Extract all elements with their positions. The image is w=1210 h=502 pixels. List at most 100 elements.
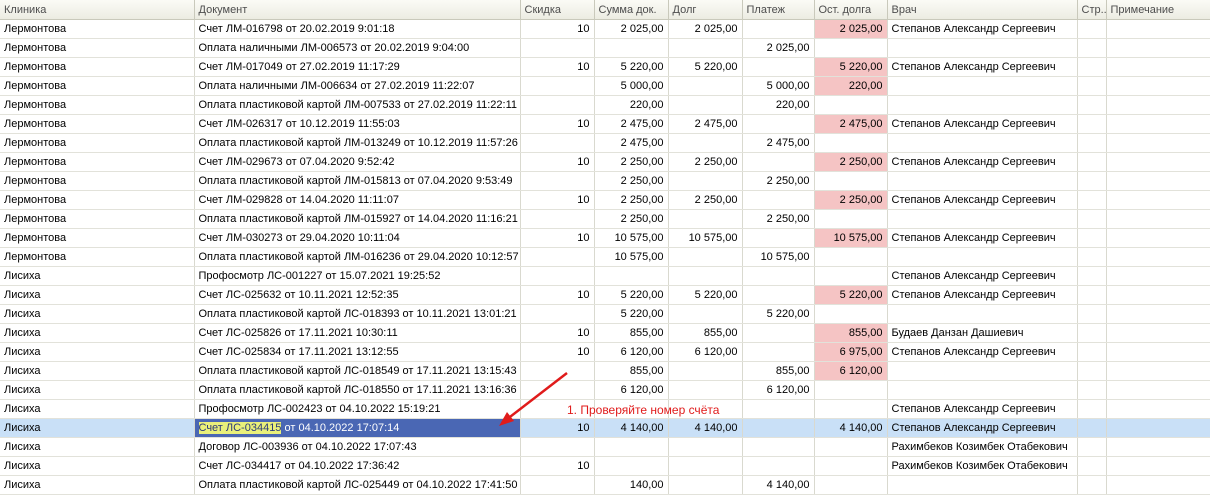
clinic-cell[interactable]: Лисиха xyxy=(0,399,195,419)
payment-cell[interactable]: 2 250,00 xyxy=(742,209,815,229)
document-cell[interactable]: Профосмотр ЛС-001227 от 15.07.2021 19:25… xyxy=(194,266,521,286)
document-cell[interactable]: Оплата пластиковой картой ЛМ-016236 от 2… xyxy=(194,247,521,267)
clinic-cell[interactable]: Лермонтова xyxy=(0,152,195,172)
payment-cell[interactable]: 2 475,00 xyxy=(742,133,815,153)
doctor-cell[interactable] xyxy=(887,380,1078,400)
column-header-payment[interactable]: Платеж xyxy=(742,0,815,20)
doc-sum-cell[interactable] xyxy=(594,456,669,476)
payment-cell[interactable]: 5 220,00 xyxy=(742,304,815,324)
doctor-cell[interactable] xyxy=(887,133,1078,153)
note-cell[interactable] xyxy=(1106,247,1210,267)
discount-cell[interactable]: 10 xyxy=(520,323,595,343)
payment-cell[interactable] xyxy=(742,228,815,248)
document-cell[interactable]: Оплата наличными ЛМ-006634 от 27.02.2019… xyxy=(194,76,521,96)
document-cell[interactable]: Оплата наличными ЛМ-006573 от 20.02.2019… xyxy=(194,38,521,58)
debt-cell[interactable]: 4 140,00 xyxy=(668,418,743,438)
debt-cell[interactable] xyxy=(668,437,743,457)
clinic-cell[interactable]: Лисиха xyxy=(0,437,195,457)
remaining-debt-cell[interactable] xyxy=(814,266,888,286)
str-cell[interactable] xyxy=(1077,456,1107,476)
discount-cell[interactable]: 10 xyxy=(520,114,595,134)
discount-cell[interactable]: 10 xyxy=(520,190,595,210)
document-cell[interactable]: Оплата пластиковой картой ЛМ-013249 от 1… xyxy=(194,133,521,153)
discount-cell[interactable]: 10 xyxy=(520,285,595,305)
table-row[interactable]: Лермонтова Оплата пластиковой картой ЛМ-0… xyxy=(0,209,1210,229)
table-row[interactable]: Лисиха Оплата пластиковой картой ЛС-01855… xyxy=(0,380,1210,400)
str-cell[interactable] xyxy=(1077,285,1107,305)
table-row[interactable]: Лисиха Счет ЛС-025834 от 17.11.2021 13:12… xyxy=(0,342,1210,362)
document-cell[interactable]: Счет ЛС-034415 от 04.10.2022 17:07:14 xyxy=(194,418,521,438)
clinic-cell[interactable]: Лермонтова xyxy=(0,171,195,191)
document-cell[interactable]: Оплата пластиковой картой ЛМ-015927 от 1… xyxy=(194,209,521,229)
payment-cell[interactable] xyxy=(742,152,815,172)
doc-sum-cell[interactable]: 10 575,00 xyxy=(594,247,669,267)
debt-cell[interactable]: 855,00 xyxy=(668,323,743,343)
note-cell[interactable] xyxy=(1106,380,1210,400)
payment-cell[interactable] xyxy=(742,437,815,457)
debt-cell[interactable]: 10 575,00 xyxy=(668,228,743,248)
table-row[interactable]: Лермонтова Оплата наличными ЛМ-006634 от … xyxy=(0,76,1210,96)
str-cell[interactable] xyxy=(1077,133,1107,153)
remaining-debt-cell[interactable] xyxy=(814,171,888,191)
doctor-cell[interactable] xyxy=(887,76,1078,96)
remaining-debt-cell[interactable]: 4 140,00 xyxy=(814,418,888,438)
discount-cell[interactable]: 10 xyxy=(520,418,595,438)
discount-cell[interactable]: 10 xyxy=(520,228,595,248)
debt-cell[interactable] xyxy=(668,247,743,267)
str-cell[interactable] xyxy=(1077,418,1107,438)
str-cell[interactable] xyxy=(1077,437,1107,457)
doctor-cell[interactable] xyxy=(887,209,1078,229)
note-cell[interactable] xyxy=(1106,361,1210,381)
doc-sum-cell[interactable]: 6 120,00 xyxy=(594,342,669,362)
note-cell[interactable] xyxy=(1106,19,1210,39)
debt-cell[interactable] xyxy=(668,38,743,58)
doc-sum-cell[interactable]: 5 220,00 xyxy=(594,304,669,324)
debt-cell[interactable] xyxy=(668,266,743,286)
doc-sum-cell[interactable]: 220,00 xyxy=(594,95,669,115)
discount-cell[interactable] xyxy=(520,95,595,115)
discount-cell[interactable] xyxy=(520,437,595,457)
remaining-debt-cell[interactable] xyxy=(814,95,888,115)
clinic-cell[interactable]: Лермонтова xyxy=(0,247,195,267)
table-row[interactable]: Лисиха Оплата пластиковой картой ЛС-01854… xyxy=(0,361,1210,381)
table-row[interactable]: Лермонтова Оплата пластиковой картой ЛМ-0… xyxy=(0,133,1210,153)
note-cell[interactable] xyxy=(1106,152,1210,172)
doc-sum-cell[interactable]: 2 250,00 xyxy=(594,190,669,210)
doctor-cell[interactable] xyxy=(887,361,1078,381)
note-cell[interactable] xyxy=(1106,95,1210,115)
payment-cell[interactable] xyxy=(742,323,815,343)
discount-cell[interactable] xyxy=(520,209,595,229)
note-cell[interactable] xyxy=(1106,285,1210,305)
doc-sum-cell[interactable]: 2 250,00 xyxy=(594,171,669,191)
clinic-cell[interactable]: Лисиха xyxy=(0,266,195,286)
remaining-debt-cell[interactable]: 220,00 xyxy=(814,76,888,96)
str-cell[interactable] xyxy=(1077,380,1107,400)
note-cell[interactable] xyxy=(1106,76,1210,96)
table-row[interactable]: Лисиха Счет ЛС-025826 от 17.11.2021 10:30… xyxy=(0,323,1210,343)
doctor-cell[interactable]: Степанов Александр Сергеевич xyxy=(887,19,1078,39)
discount-cell[interactable] xyxy=(520,38,595,58)
document-cell[interactable]: Оплата пластиковой картой ЛМ-007533 от 2… xyxy=(194,95,521,115)
clinic-cell[interactable]: Лисиха xyxy=(0,304,195,324)
table-row[interactable]: Лермонтова Оплата наличными ЛМ-006573 от … xyxy=(0,38,1210,58)
payment-cell[interactable] xyxy=(742,114,815,134)
doc-sum-cell[interactable] xyxy=(594,38,669,58)
document-cell[interactable]: Счет ЛМ-029828 от 14.04.2020 11:11:07 xyxy=(194,190,521,210)
debt-cell[interactable]: 5 220,00 xyxy=(668,285,743,305)
str-cell[interactable] xyxy=(1077,361,1107,381)
remaining-debt-cell[interactable] xyxy=(814,380,888,400)
payment-cell[interactable] xyxy=(742,456,815,476)
debt-cell[interactable] xyxy=(668,209,743,229)
note-cell[interactable] xyxy=(1106,114,1210,134)
discount-cell[interactable]: 10 xyxy=(520,57,595,77)
discount-cell[interactable]: 10 xyxy=(520,342,595,362)
debt-cell[interactable]: 2 025,00 xyxy=(668,19,743,39)
document-cell[interactable]: Счет ЛС-025632 от 10.11.2021 12:52:35 xyxy=(194,285,521,305)
table-row[interactable]: Лермонтова Счет ЛМ-029673 от 07.04.2020 9… xyxy=(0,152,1210,172)
str-cell[interactable] xyxy=(1077,57,1107,77)
debt-cell[interactable] xyxy=(668,171,743,191)
table-row-selected[interactable]: Лисиха Счет ЛС-034415 от 04.10.2022 17:07… xyxy=(0,418,1210,438)
payment-cell[interactable] xyxy=(742,285,815,305)
clinic-cell[interactable]: Лермонтова xyxy=(0,228,195,248)
payment-cell[interactable] xyxy=(742,399,815,419)
